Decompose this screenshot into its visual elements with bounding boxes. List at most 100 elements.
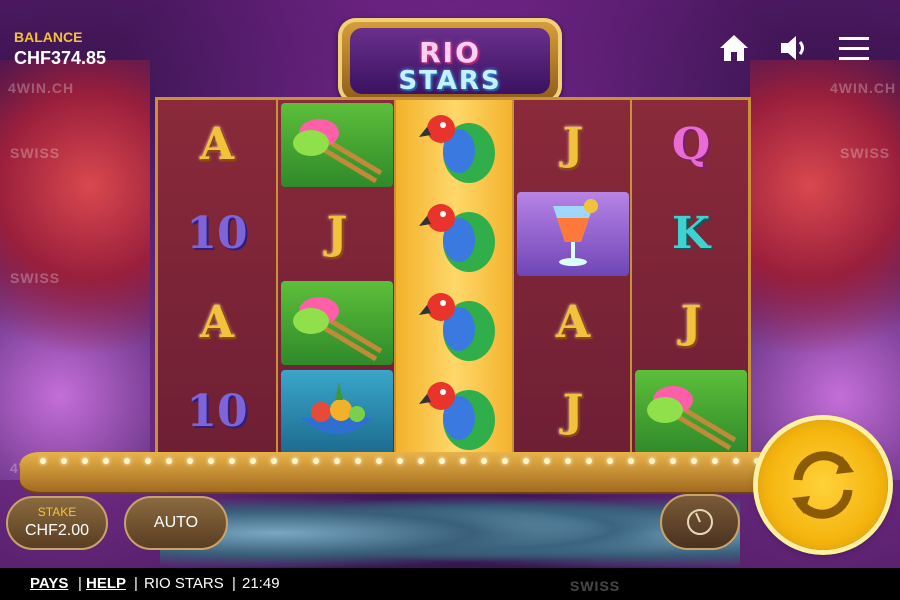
parrot-icon <box>419 114 495 183</box>
symbol-A: A <box>555 297 591 348</box>
maracas-symbol <box>632 367 750 456</box>
pays-link[interactable]: PAYS <box>30 575 68 592</box>
autoplay-button[interactable]: AUTO <box>124 496 228 550</box>
spin-button[interactable] <box>758 420 888 550</box>
stage-bulb <box>607 458 613 464</box>
sound-icon[interactable] <box>776 30 812 66</box>
parrot-icon <box>419 292 495 361</box>
maracas-symbol <box>278 278 396 367</box>
balance-value: CHF374.85 <box>14 48 107 68</box>
stake-label: STAKE <box>37 505 77 519</box>
stage-bulb <box>103 458 109 464</box>
fruit-bowl-symbol <box>278 367 396 456</box>
stage-bulb <box>313 458 319 464</box>
spin-arrows-icon <box>792 451 854 519</box>
symbol-J: J <box>562 386 584 437</box>
symbol-A: A <box>199 297 235 348</box>
parrot-icon <box>419 203 495 272</box>
symbol-J: J <box>680 297 702 348</box>
parrot-icon <box>419 381 495 450</box>
stage-bulb <box>523 458 529 464</box>
stage-bulb <box>271 458 277 464</box>
turbo-button[interactable] <box>660 494 740 550</box>
symbol-Q: Q <box>671 119 711 170</box>
stage-bulb <box>82 458 88 464</box>
game-logo: RIO STARS <box>338 18 562 104</box>
stage-bulb <box>712 458 718 464</box>
reel-3-wild <box>394 100 514 456</box>
reel-grid: A 10 A 10 J J A J Q K J <box>155 97 751 459</box>
parrot-symbol <box>396 189 514 278</box>
logo-line-1: RIO <box>419 36 481 69</box>
right-carnival-decoration <box>750 60 900 480</box>
stake-value: CHF2.00 <box>24 522 90 539</box>
stage-bulb <box>40 458 46 464</box>
stage-bulb <box>292 458 298 464</box>
reel-1: A 10 A 10 <box>158 100 276 456</box>
watermark: SWISS <box>10 270 61 286</box>
speedometer-icon <box>687 509 713 535</box>
fruit-bowl-icon <box>301 381 373 434</box>
stage-bulb <box>61 458 67 464</box>
stage-bulb <box>565 458 571 464</box>
footer-bar: PAYS | HELP | RIO STARS | 21:49 <box>0 568 900 600</box>
watermark: 4WIN.CH <box>830 80 897 96</box>
clock: 21:49 <box>242 575 280 592</box>
stage-bulb <box>649 458 655 464</box>
symbol-J: J <box>562 119 584 170</box>
parrot-symbol <box>396 367 514 456</box>
stage-bulb <box>229 458 235 464</box>
cocktail-icon <box>553 198 598 266</box>
maracas-symbol <box>278 100 396 189</box>
stage-bulb <box>355 458 361 464</box>
watermark: 4WIN.CH <box>8 80 75 96</box>
game-name: RIO STARS <box>144 575 224 592</box>
separator: | <box>232 575 236 592</box>
logo-line-2: STARS <box>398 66 502 96</box>
maracas-icon <box>647 385 737 450</box>
stake-button[interactable]: STAKE CHF2.00 <box>6 496 108 550</box>
stage-bulb <box>187 458 193 464</box>
stage-bulb <box>208 458 214 464</box>
stage-bulb <box>166 458 172 464</box>
stage-bulb <box>481 458 487 464</box>
symbol-A: A <box>199 119 235 170</box>
stage-bulb <box>586 458 592 464</box>
home-icon[interactable] <box>716 30 752 66</box>
watermark: SWISS <box>570 578 621 594</box>
balance-label: BALANCE <box>14 29 83 45</box>
stage-bulb <box>124 458 130 464</box>
stage-bulb <box>670 458 676 464</box>
symbol-J: J <box>326 208 348 259</box>
cloud-decoration <box>160 482 740 567</box>
stage-bulb <box>691 458 697 464</box>
reel-2: J <box>276 100 394 456</box>
separator: | <box>134 575 138 592</box>
symbol-10: 10 <box>186 208 248 259</box>
stage-bulb <box>502 458 508 464</box>
stage-bulb <box>418 458 424 464</box>
stage-bulb <box>733 458 739 464</box>
stage-bulb <box>439 458 445 464</box>
help-link[interactable]: HELP <box>86 575 126 592</box>
menu-icon[interactable] <box>836 30 872 66</box>
stage-bulb <box>544 458 550 464</box>
reel-5: Q K J <box>630 100 748 456</box>
symbol-10: 10 <box>186 386 248 437</box>
watermark: SWISS <box>840 145 891 161</box>
stage-bulb <box>460 458 466 464</box>
cocktail-symbol <box>514 189 632 278</box>
parrot-symbol <box>396 278 514 367</box>
stage-bulb <box>628 458 634 464</box>
symbol-K: K <box>671 208 711 259</box>
stage-bulb <box>334 458 340 464</box>
reel-4: J A J <box>512 100 630 456</box>
maracas-icon <box>293 296 383 361</box>
separator: | <box>78 575 82 592</box>
stage-bulb <box>145 458 151 464</box>
maracas-icon <box>293 118 383 183</box>
stage-bulb <box>397 458 403 464</box>
parrot-symbol <box>396 100 514 189</box>
watermark: SWISS <box>10 145 61 161</box>
stage-bulb <box>376 458 382 464</box>
